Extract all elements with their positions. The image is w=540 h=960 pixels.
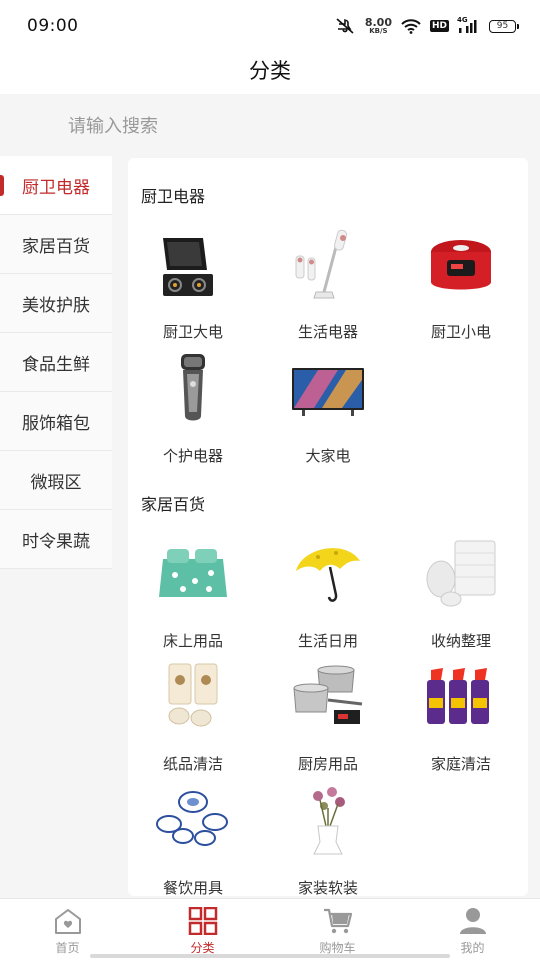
cell-signal-icon: 4G [457,15,480,34]
section-title: 厨卫电器 [141,187,206,206]
item-label: 厨房用品 [297,755,358,773]
category-item[interactable]: 床上用品 [128,535,258,655]
search-input[interactable] [50,106,490,146]
category-item[interactable]: 餐饮用具 [128,782,258,896]
item-label: 家庭清洁 [430,755,491,773]
tab-home[interactable]: 首页 [0,899,135,960]
television-icon [292,368,364,416]
category-item[interactable]: 厨卫小电 [396,226,526,346]
item-label: 生活日用 [297,632,358,650]
battery-level: 95 [496,21,509,31]
sidebar-item-label: 食品生鲜 [22,354,90,375]
battery-indicator: 95 [489,19,519,33]
category-content: 厨卫电器 厨卫大电 生活电器 厨卫小电 个护电器 大家电 家居百货 床上用品 生… [128,158,528,896]
category-item[interactable]: 生活日用 [263,535,393,655]
item-label: 厨卫大电 [162,323,223,341]
hd-badge: HD [429,20,449,32]
category-item[interactable]: 大家电 [263,350,393,470]
user-icon [459,908,486,934]
item-label: 个护电器 [162,447,223,465]
sidebar-item-label: 微瑕区 [30,472,82,493]
shaver-icon [181,354,205,421]
umbrella-icon [296,548,360,602]
category-sidebar: 厨卫电器 家居百货 美妆护肤 食品生鲜 服饰箱包 微瑕区 时令果蔬 [0,156,112,569]
category-item[interactable]: 收纳整理 [396,535,526,655]
tissue-rolls-icon [168,663,218,727]
status-bar: 09:00 8.00 KB/S HD 4G 95 [0,0,540,52]
category-item[interactable]: 个护电器 [128,350,258,470]
sidebar-item-label: 服饰箱包 [22,413,90,434]
status-time: 09:00 [27,16,79,36]
bottom-tab-bar: 首页 分类 购物车 我的 [0,898,540,960]
section-title: 家居百货 [141,495,206,514]
item-label: 纸品清洁 [162,755,223,773]
sidebar-item-home-goods[interactable]: 家居百货 [0,215,112,274]
laundry-bag-icon [426,540,496,607]
item-label: 床上用品 [162,632,223,650]
bedding-icon [159,549,227,597]
sidebar-item-seasonal-produce[interactable]: 时令果蔬 [0,510,112,569]
category-grid-icon [188,907,217,935]
vacuum-cleaner-icon [295,229,348,299]
tab-profile[interactable]: 我的 [405,899,540,960]
home-indicator [90,954,450,958]
sidebar-item-beauty-skincare[interactable]: 美妆护肤 [0,274,112,333]
cookware-icon [293,665,363,724]
status-icons: 8.00 KB/S HD 4G 95 [334,15,519,37]
rice-cooker-icon [431,240,491,290]
search-bar [0,94,540,156]
page-title: 分类 [249,59,291,83]
cell-label: 4G [457,15,468,24]
sidebar-item-kitchen-bath-appliances[interactable]: 厨卫电器 [0,156,112,215]
category-item[interactable]: 厨房用品 [263,658,393,778]
network-speed: 8.00 KB/S [365,17,392,35]
sidebar-item-fresh-food[interactable]: 食品生鲜 [0,333,112,392]
item-label: 收纳整理 [430,632,491,650]
item-label: 餐饮用具 [162,879,223,896]
item-label: 家装软装 [297,879,358,896]
item-label: 厨卫小电 [430,323,491,341]
mute-icon [334,18,356,34]
category-item[interactable]: 家装软装 [263,782,393,896]
tab-cart[interactable]: 购物车 [270,899,405,960]
cleaner-bottles-icon [427,668,489,724]
tableware-icon [156,791,228,846]
range-hood-stove-icon [163,238,213,296]
wifi-icon [401,18,421,34]
sidebar-item-minor-defects[interactable]: 微瑕区 [0,451,112,510]
sidebar-item-apparel-bags[interactable]: 服饰箱包 [0,392,112,451]
sidebar-item-label: 时令果蔬 [22,531,90,552]
item-label: 大家电 [305,447,351,465]
category-item[interactable]: 生活电器 [263,226,393,346]
sidebar-item-label: 厨卫电器 [22,177,90,198]
flower-vase-icon [313,787,345,855]
sidebar-item-label: 家居百货 [22,236,90,257]
category-item[interactable]: 家庭清洁 [396,658,526,778]
network-speed-unit: KB/S [369,27,388,35]
item-label: 生活电器 [297,323,358,341]
home-icon [54,909,81,934]
category-item[interactable]: 厨卫大电 [128,226,258,346]
sidebar-item-label: 美妆护肤 [22,295,90,316]
title-bar: 分类 [0,52,540,94]
cart-icon [323,908,352,934]
tab-category[interactable]: 分类 [135,899,270,960]
category-item[interactable]: 纸品清洁 [128,658,258,778]
